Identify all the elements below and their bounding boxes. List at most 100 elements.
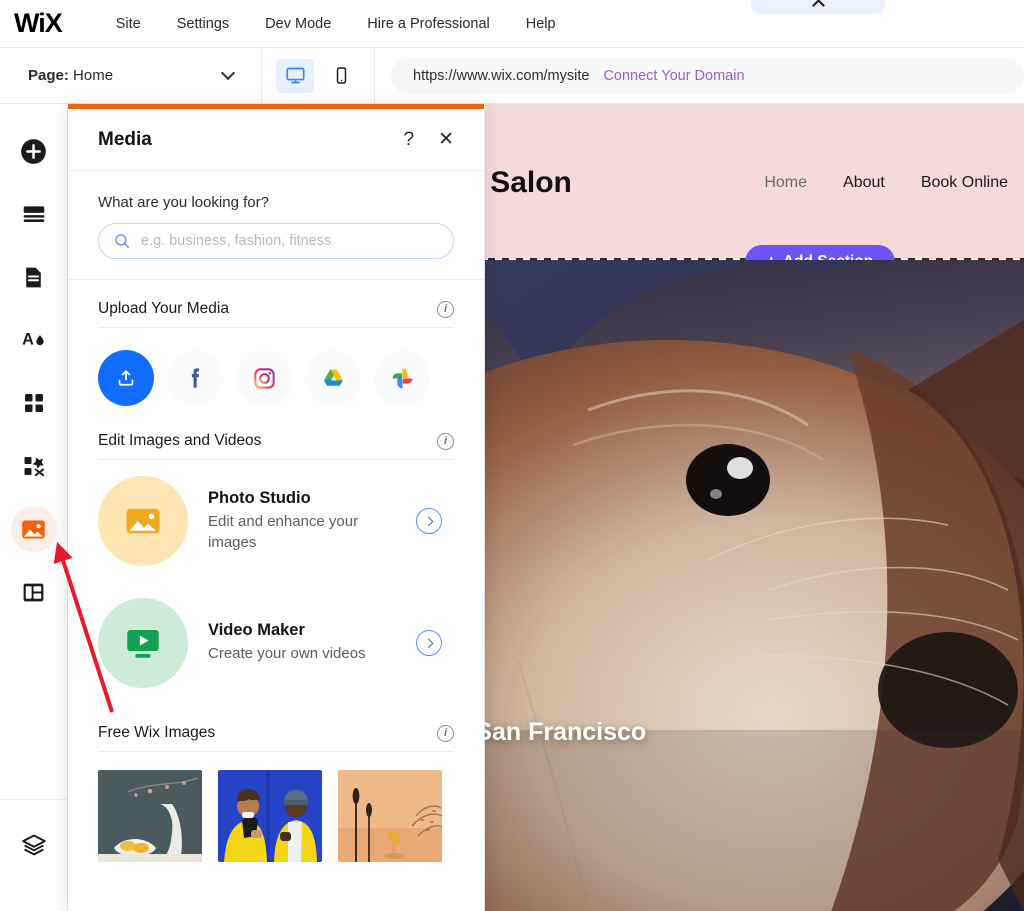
upload-icon <box>118 370 134 386</box>
editor-left-sidebar: A <box>0 104 68 911</box>
people-yellow-image <box>218 770 322 862</box>
editor-top-menu-bar: WiX Site Settings Dev Mode Hire a Profes… <box>0 0 1024 48</box>
mobile-view-button[interactable] <box>322 59 360 93</box>
free-wix-images-section: Free Wix Images i <box>68 704 484 862</box>
sidebar-item-apps[interactable] <box>11 380 57 426</box>
search-input[interactable] <box>141 233 453 249</box>
mobile-icon <box>336 67 346 84</box>
search-icon <box>115 234 129 248</box>
facebook-button[interactable] <box>167 350 223 406</box>
photo-studio-circle <box>98 476 188 566</box>
sidebar-item-add-apps[interactable] <box>11 443 57 489</box>
page-icon <box>26 267 41 287</box>
search-label: What are you looking for? <box>98 194 269 211</box>
media-panel[interactable]: Media ? ✕ What are you looking for? Uplo… <box>68 104 485 911</box>
page-selector-dropdown[interactable]: Page: Home <box>0 47 262 104</box>
free-images-title: Free Wix Images <box>98 724 216 741</box>
site-url-text: https://www.wix.com/mysite <box>413 67 590 84</box>
nav-link-about[interactable]: About <box>843 174 885 192</box>
photo-studio-desc: Edit and enhance your images <box>208 513 359 551</box>
google-drive-icon <box>323 369 343 386</box>
google-photos-button[interactable] <box>374 350 430 406</box>
plus-circle-icon <box>21 138 46 164</box>
upload-sources-row <box>98 328 454 412</box>
chevron-right-icon <box>423 516 433 526</box>
thumb-people-yellow[interactable] <box>218 770 322 862</box>
collapse-toolbar-tab[interactable] <box>751 0 885 14</box>
sections-icon <box>23 206 44 223</box>
free-images-head: Free Wix Images i <box>98 704 454 752</box>
google-drive-button[interactable] <box>305 350 361 406</box>
upload-section-head: Upload Your Media i <box>98 280 454 328</box>
info-icon[interactable]: i <box>437 432 454 450</box>
sidebar-item-layers[interactable] <box>11 822 57 868</box>
chevron-down-icon[interactable] <box>220 65 236 81</box>
video-maker-meta: Video Maker Create your own videos <box>208 621 396 664</box>
question-mark-icon[interactable]: ? <box>404 129 415 151</box>
photo-studio-title: Photo Studio <box>208 489 311 508</box>
free-images-thumb-row <box>98 752 454 862</box>
thumb-still-life-vase[interactable] <box>98 770 202 862</box>
edit-section-title: Edit Images and Videos <box>98 432 262 449</box>
wix-editor-window: Rocky's Salon Home About Book Online + A… <box>0 0 1024 911</box>
top-menu-items: Site Settings Dev Mode Hire a Profession… <box>98 10 574 38</box>
photo-studio-meta: Photo Studio Edit and enhance your image… <box>208 489 396 553</box>
upload-button[interactable] <box>98 350 154 406</box>
thumb-botanical-orange[interactable] <box>338 770 442 862</box>
upload-section-title: Upload Your Media <box>98 300 229 317</box>
blog-layout-icon <box>23 583 44 601</box>
nav-link-book-online[interactable]: Book Online <box>921 174 1008 192</box>
menu-item-settings[interactable]: Settings <box>159 10 247 38</box>
apps-grid-icon <box>24 394 43 412</box>
video-maker-desc: Create your own videos <box>208 645 366 663</box>
media-image-icon <box>22 520 45 538</box>
chevron-up-icon <box>811 0 825 12</box>
video-maker-circle <box>98 598 188 688</box>
sidebar-bottom-group <box>0 799 68 885</box>
site-url-bar[interactable]: https://www.wix.com/mysite Connect Your … <box>391 57 1024 94</box>
sidebar-item-add-elements[interactable] <box>11 128 57 174</box>
desktop-view-button[interactable] <box>276 58 314 93</box>
editor-second-toolbar: Page: Home https://www.wix.com/mysite Co… <box>0 47 1024 104</box>
chevron-right-icon <box>423 638 433 648</box>
video-maker-arrow-button[interactable] <box>416 630 442 656</box>
info-icon[interactable]: i <box>437 300 454 318</box>
photo-studio-card[interactable]: Photo Studio Edit and enhance your image… <box>98 460 454 582</box>
svg-text:A: A <box>22 330 34 348</box>
menu-item-site[interactable]: Site <box>98 10 159 38</box>
device-toggle-group <box>262 47 375 104</box>
theme-icon: A <box>22 330 44 348</box>
video-play-icon <box>127 630 159 658</box>
menu-item-help[interactable]: Help <box>508 10 574 38</box>
info-icon[interactable]: i <box>437 724 454 742</box>
image-icon <box>126 508 160 534</box>
sidebar-item-pages[interactable] <box>11 254 57 300</box>
page-label: Page: <box>28 67 69 84</box>
connect-domain-link[interactable]: Connect Your Domain <box>603 68 744 84</box>
video-maker-title: Video Maker <box>208 621 305 640</box>
panel-title: Media <box>98 128 152 150</box>
site-nav[interactable]: Home About Book Online <box>764 174 1008 192</box>
layers-icon <box>22 834 46 856</box>
wix-logo[interactable]: WiX <box>14 8 63 39</box>
nav-link-home[interactable]: Home <box>764 174 807 192</box>
upload-section: Upload Your Media i <box>68 280 484 412</box>
video-maker-card[interactable]: Video Maker Create your own videos <box>98 582 454 704</box>
edit-section-head: Edit Images and Videos i <box>98 412 454 460</box>
close-icon[interactable]: ✕ <box>438 130 454 149</box>
desktop-icon <box>285 67 305 84</box>
sidebar-item-site-design[interactable]: A <box>11 317 57 363</box>
page-name: Home <box>73 67 114 84</box>
menu-item-dev-mode[interactable]: Dev Mode <box>247 10 349 38</box>
sidebar-item-add-section[interactable] <box>11 191 57 237</box>
search-input-wrap[interactable] <box>98 223 454 259</box>
sidebar-item-my-business[interactable] <box>11 569 57 615</box>
sidebar-item-media[interactable] <box>10 506 57 552</box>
instagram-icon <box>253 367 275 389</box>
menu-item-hire-a-professional[interactable]: Hire a Professional <box>349 10 508 38</box>
instagram-button[interactable] <box>236 350 292 406</box>
photo-studio-arrow-button[interactable] <box>416 508 442 534</box>
edit-section: Edit Images and Videos i Photo Studio Ed… <box>68 412 484 704</box>
google-photos-icon <box>392 368 412 388</box>
add-apps-icon <box>24 457 44 477</box>
